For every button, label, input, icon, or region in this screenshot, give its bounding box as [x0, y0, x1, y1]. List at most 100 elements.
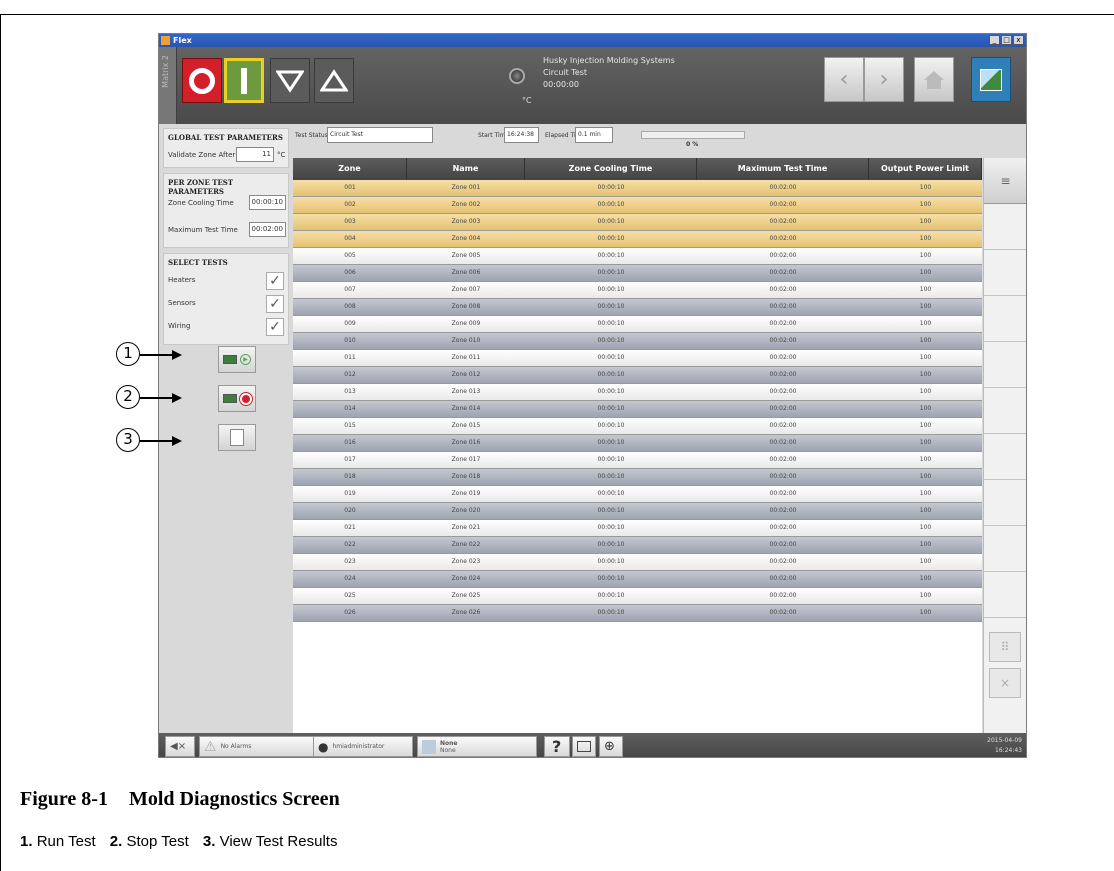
table-cell: 00:00:10 — [597, 235, 625, 242]
table-cell: 100 — [919, 592, 932, 599]
callout-2: 2 — [116, 385, 140, 409]
table-row[interactable]: 020 Zone 020 00:00:10 00:02:00 100 — [293, 503, 982, 520]
table-cell: 00:00:10 — [597, 218, 625, 225]
column-header[interactable]: Output Power Limit — [869, 158, 982, 180]
table-row[interactable]: 009 Zone 009 00:00:10 00:02:00 100 — [293, 316, 982, 333]
close-button[interactable]: x — [1013, 35, 1024, 45]
table-row[interactable]: 023 Zone 023 00:00:10 00:02:00 100 — [293, 554, 982, 571]
table-cell: Zone 005 — [451, 252, 481, 259]
mute-button[interactable]: ◀× — [165, 736, 195, 757]
table-row[interactable]: 007 Zone 007 00:00:10 00:02:00 100 — [293, 282, 982, 299]
stop-test-button[interactable] — [218, 385, 256, 412]
table-row[interactable]: 025 Zone 025 00:00:10 00:02:00 100 — [293, 588, 982, 605]
table-cell: 00:02:00 — [769, 320, 797, 327]
table-cell: 00:02:00 — [769, 524, 797, 531]
table-row[interactable]: 014 Zone 014 00:00:10 00:02:00 100 — [293, 401, 982, 418]
back-button[interactable]: ‹ — [824, 57, 864, 102]
table-row[interactable]: 018 Zone 018 00:00:10 00:02:00 100 — [293, 469, 982, 486]
table-row[interactable]: 001 Zone 001 00:00:10 00:02:00 100 — [293, 180, 982, 197]
table-cell: Zone 016 — [451, 439, 481, 446]
table-row[interactable]: 026 Zone 026 00:00:10 00:02:00 100 — [293, 605, 982, 622]
table-cell: Zone 023 — [451, 558, 481, 565]
table-cell: Zone 002 — [451, 201, 481, 208]
table-cell: 00:00:10 — [597, 252, 625, 259]
table-row[interactable]: 010 Zone 010 00:00:10 00:02:00 100 — [293, 333, 982, 350]
screenshot-button[interactable] — [572, 736, 596, 757]
table-row[interactable]: 013 Zone 013 00:00:10 00:02:00 100 — [293, 384, 982, 401]
table-row[interactable]: 022 Zone 022 00:00:10 00:02:00 100 — [293, 537, 982, 554]
callout-1-arrow — [172, 350, 182, 360]
menu-button[interactable]: ≡ — [984, 158, 1026, 204]
jog-up-button[interactable] — [314, 58, 354, 103]
user-button[interactable]: ● hmiadministrator — [313, 736, 413, 757]
keypad-button[interactable]: ⠿ — [989, 632, 1021, 662]
table-cell: 017 — [344, 456, 356, 463]
sidebar-cell — [984, 480, 1026, 526]
test-progress-bar — [641, 131, 745, 139]
stop-icon — [189, 67, 215, 94]
table-row[interactable]: 006 Zone 006 00:00:10 00:02:00 100 — [293, 265, 982, 282]
language-button[interactable]: ⊕ — [599, 736, 623, 757]
table-cell: 00:00:10 — [597, 337, 625, 344]
table-row[interactable]: 016 Zone 016 00:00:10 00:02:00 100 — [293, 435, 982, 452]
table-row[interactable]: 005 Zone 005 00:00:10 00:02:00 100 — [293, 248, 982, 265]
start-machine-button[interactable] — [224, 58, 264, 103]
run-test-button[interactable]: ▶ — [218, 346, 256, 373]
table-row[interactable]: 015 Zone 015 00:00:10 00:02:00 100 — [293, 418, 982, 435]
table-cell: 00:00:10 — [597, 592, 625, 599]
column-header[interactable]: Name — [407, 158, 525, 180]
table-row[interactable]: 021 Zone 021 00:00:10 00:02:00 100 — [293, 520, 982, 537]
jog-down-button[interactable] — [270, 58, 310, 103]
table-cell: 100 — [919, 473, 932, 480]
max-test-time-field[interactable]: 00:02:00 — [249, 222, 286, 237]
table-cell: 00:00:10 — [597, 524, 625, 531]
table-cell: Zone 004 — [451, 235, 481, 242]
help-button[interactable]: ? — [544, 736, 570, 757]
table-cell: 100 — [919, 490, 932, 497]
table-cell: 00:00:10 — [597, 422, 625, 429]
table-row[interactable]: 011 Zone 011 00:00:10 00:02:00 100 — [293, 350, 982, 367]
mold-tab[interactable]: Matrix 2 — [159, 47, 177, 124]
view-test-results-button[interactable] — [218, 424, 256, 451]
home-button[interactable] — [914, 57, 954, 102]
column-header[interactable]: Zone Cooling Time — [525, 158, 697, 180]
column-header[interactable]: Maximum Test Time — [697, 158, 869, 180]
table-row[interactable]: 002 Zone 002 00:00:10 00:02:00 100 — [293, 197, 982, 214]
stop-machine-button[interactable] — [182, 58, 222, 103]
table-cell: 00:00:10 — [597, 439, 625, 446]
top-toolbar: Matrix 2 °C Husky Injection Molding Syst… — [159, 47, 1026, 124]
wiring-checkbox[interactable]: ✓ — [266, 318, 284, 336]
screens-button[interactable] — [971, 57, 1011, 102]
table-row[interactable]: 019 Zone 019 00:00:10 00:02:00 100 — [293, 486, 982, 503]
sensors-checkbox[interactable]: ✓ — [266, 295, 284, 313]
stop-icon — [239, 392, 252, 405]
table-cell: Zone 007 — [451, 286, 481, 293]
table-cell: 100 — [919, 405, 932, 412]
maximize-button[interactable]: □ — [1001, 35, 1012, 45]
table-row[interactable]: 004 Zone 004 00:00:10 00:02:00 100 — [293, 231, 982, 248]
legend-item: 3. View Test Results — [203, 833, 338, 850]
app-icon — [161, 36, 170, 45]
table-cell: 100 — [919, 371, 932, 378]
table-row[interactable]: 003 Zone 003 00:00:10 00:02:00 100 — [293, 214, 982, 231]
mold-button[interactable]: None None — [417, 736, 537, 757]
alarms-button[interactable]: ⚠ No Alarms — [199, 736, 317, 757]
clear-button[interactable]: × — [989, 668, 1021, 698]
forward-button[interactable]: › — [864, 57, 904, 102]
table-cell: 025 — [344, 592, 356, 599]
heaters-checkbox[interactable]: ✓ — [266, 272, 284, 290]
table-cell: 00:02:00 — [769, 405, 797, 412]
column-header[interactable]: Zone — [293, 158, 407, 180]
table-row[interactable]: 008 Zone 008 00:00:10 00:02:00 100 — [293, 299, 982, 316]
table-row[interactable]: 017 Zone 017 00:00:10 00:02:00 100 — [293, 452, 982, 469]
sidebar-cell — [984, 296, 1026, 342]
zone-cooling-field[interactable]: 00:00:10 — [249, 195, 286, 210]
table-cell: 011 — [344, 354, 356, 361]
table-cell: 100 — [919, 218, 932, 225]
validate-zone-field[interactable]: 11 — [236, 147, 274, 162]
minimize-button[interactable]: _ — [989, 35, 1000, 45]
table-row[interactable]: 012 Zone 012 00:00:10 00:02:00 100 — [293, 367, 982, 384]
table-cell: 00:02:00 — [769, 337, 797, 344]
table-row[interactable]: 024 Zone 024 00:00:10 00:02:00 100 — [293, 571, 982, 588]
status-footer: ◀× ⚠ No Alarms ● hmiadministrator None N… — [159, 733, 1026, 757]
